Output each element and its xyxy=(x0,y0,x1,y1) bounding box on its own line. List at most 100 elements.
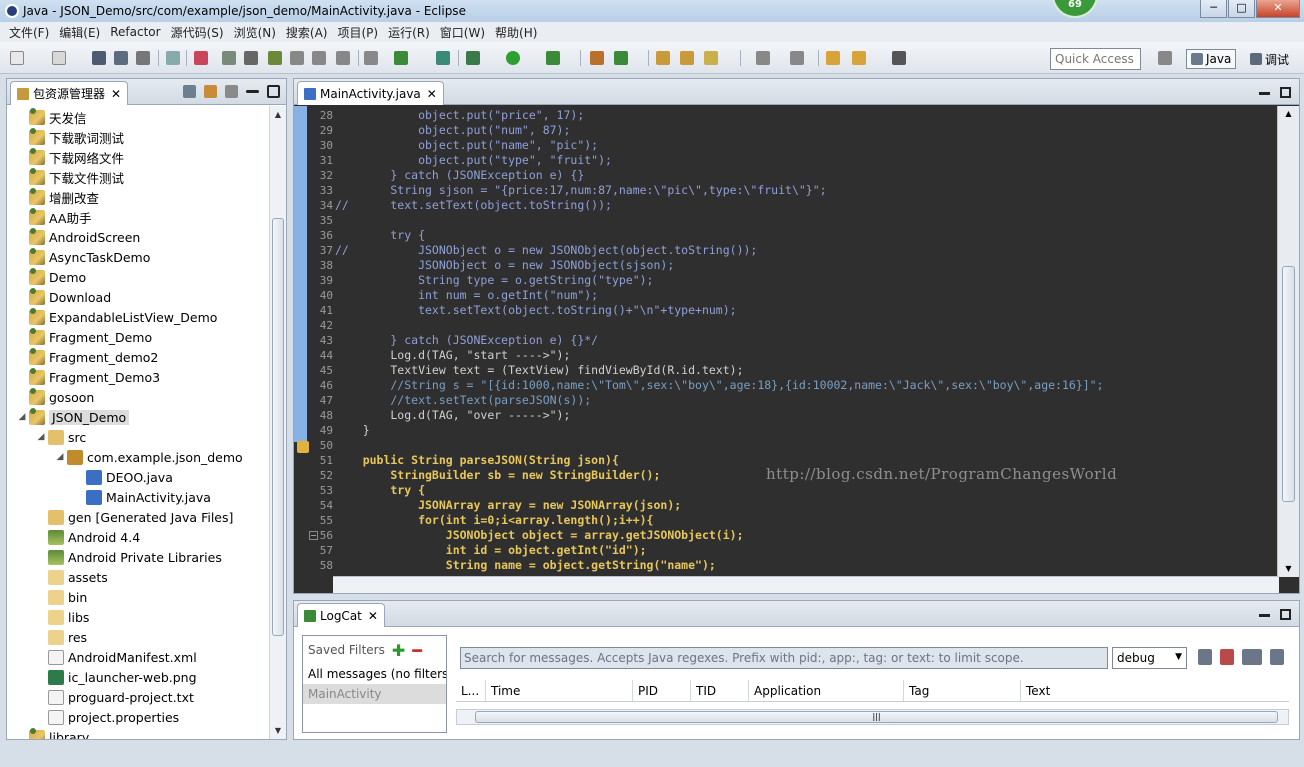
link-editor-icon[interactable] xyxy=(204,85,217,98)
col-time[interactable]: Time xyxy=(486,680,633,701)
maximize-button[interactable]: □ xyxy=(1228,0,1255,18)
open-perspective-icon[interactable] xyxy=(1158,51,1172,65)
lint-icon[interactable] xyxy=(222,51,236,65)
scroll-down-icon[interactable]: ▼ xyxy=(270,722,286,739)
close-button[interactable]: ✕ xyxy=(1256,0,1300,18)
remove-filter-icon[interactable]: ━ xyxy=(412,641,422,660)
open-resource-icon[interactable] xyxy=(680,51,694,65)
tree-item[interactable]: ◢ com.example.json_demo xyxy=(55,447,243,467)
edit-icon[interactable] xyxy=(244,51,258,65)
tree-item[interactable]: ◢ JSON_Demo xyxy=(17,407,130,427)
xml-icon[interactable] xyxy=(312,51,326,65)
tree-item[interactable]: gosoon xyxy=(17,387,94,407)
forward-history-icon[interactable] xyxy=(852,51,866,65)
clear-log-icon[interactable] xyxy=(1220,649,1234,665)
minimize-view-icon[interactable] xyxy=(246,90,259,93)
toggle-filters-icon[interactable] xyxy=(1242,649,1262,665)
code-line[interactable]: object.put("num", 87); xyxy=(335,123,570,138)
filter-item[interactable]: MainActivity xyxy=(303,684,446,704)
search-tool-icon[interactable] xyxy=(704,51,718,65)
code-line[interactable]: JSONArray array = new JSONArray(json); xyxy=(335,498,681,513)
code-line[interactable]: String name = object.getString("name"); xyxy=(335,558,716,573)
tree-item[interactable]: Android Private Libraries xyxy=(36,547,222,567)
logcat-scroll-thumb[interactable]: ||| xyxy=(475,711,1278,723)
code-line[interactable]: Log.d(TAG, "over ----->"); xyxy=(335,408,570,423)
code-line[interactable]: object.put("name", "pic"); xyxy=(335,138,598,153)
annotation-icon[interactable] xyxy=(756,51,770,65)
code-line[interactable]: JSONObject o = new JSONObject(sjson); xyxy=(335,258,674,273)
close-tab-icon[interactable]: ✕ xyxy=(368,609,378,623)
tree-item[interactable]: MainActivity.java xyxy=(74,487,211,507)
maximize-editor-icon[interactable] xyxy=(1280,87,1291,98)
code-line[interactable]: String sjson = "{price:17,num:87,name:\"… xyxy=(335,183,826,198)
collapse-all-icon[interactable] xyxy=(183,85,196,98)
menu-help[interactable]: 帮助(H) xyxy=(490,24,542,41)
code-line[interactable]: // JSONObject o = new JSONObject(object.… xyxy=(335,243,757,258)
tree-item[interactable]: 增删改查 xyxy=(17,187,99,207)
tree-item[interactable]: ic_launcher-web.png xyxy=(36,667,197,687)
new-android-icon[interactable] xyxy=(436,51,450,65)
col-tid[interactable]: TID xyxy=(691,680,749,701)
open-type-icon[interactable] xyxy=(656,51,670,65)
avd-manager-icon[interactable] xyxy=(194,51,208,65)
code-line[interactable]: Log.d(TAG, "start ---->"); xyxy=(335,348,570,363)
new-package-icon[interactable] xyxy=(590,51,604,65)
tree-item[interactable]: AA助手 xyxy=(17,207,91,227)
explorer-scrollbar[interactable]: ▲ ▼ xyxy=(269,106,286,739)
code-line[interactable]: public String parseJSON(String json){ xyxy=(335,453,619,468)
tree-item[interactable]: assets xyxy=(36,567,108,587)
code-line[interactable]: } catch (JSONException e) {}*/ xyxy=(335,333,598,348)
tree-item[interactable]: libs xyxy=(36,607,89,627)
menu-source[interactable]: 源代码(S) xyxy=(166,24,229,41)
close-tab-icon[interactable]: ✕ xyxy=(427,87,437,101)
log-level-select[interactable]: debug ▼ xyxy=(1112,647,1187,669)
menu-project[interactable]: 项目(P) xyxy=(332,24,383,41)
menu-edit[interactable]: 编辑(E) xyxy=(54,24,105,41)
java-perspective-button[interactable]: Java xyxy=(1186,49,1237,69)
code-line[interactable]: //text.setText(parseJSON(s)); xyxy=(335,393,591,408)
tree-item[interactable]: proguard-project.txt xyxy=(36,687,194,707)
expand-toggle-icon[interactable]: ◢ xyxy=(55,452,65,462)
step-icon[interactable] xyxy=(364,51,378,65)
format-icon[interactable] xyxy=(336,51,350,65)
menu-window[interactable]: 窗口(W) xyxy=(435,24,490,41)
new-wizard-icon[interactable] xyxy=(52,51,66,65)
menu-file[interactable]: 文件(F) xyxy=(4,24,54,41)
tree-item[interactable]: AndroidScreen xyxy=(17,227,140,247)
tree-item[interactable]: AsyncTaskDemo xyxy=(17,247,150,267)
new-icon[interactable] xyxy=(10,51,24,65)
col-text[interactable]: Text xyxy=(1021,680,1289,701)
filter-item[interactable]: All messages (no filters) xyxy=(303,664,446,684)
code-line[interactable]: int id = object.getInt("id"); xyxy=(335,543,647,558)
notification-badge[interactable]: 69 xyxy=(1052,0,1098,18)
code-line[interactable]: //String s = "[{id:1000,name:\"Tom\",sex… xyxy=(335,378,1103,393)
minimize-button[interactable]: ─ xyxy=(1200,0,1227,18)
quick-access-input[interactable]: Quick Access xyxy=(1050,48,1141,70)
maximize-view-icon[interactable] xyxy=(267,85,280,98)
check-icon[interactable] xyxy=(394,51,408,65)
tree-item[interactable]: bin xyxy=(36,587,87,607)
col-level[interactable]: L... xyxy=(456,680,486,701)
minimize-logcat-icon[interactable] xyxy=(1259,614,1270,617)
tree-item[interactable]: Demo xyxy=(17,267,86,287)
col-tag[interactable]: Tag xyxy=(904,680,1021,701)
layout-icon[interactable] xyxy=(290,51,304,65)
menu-refactor[interactable]: Refactor xyxy=(105,25,165,39)
android-icon[interactable] xyxy=(268,51,282,65)
code-line[interactable]: try { xyxy=(335,483,425,498)
col-pid[interactable]: PID xyxy=(633,680,691,701)
new-class-icon[interactable] xyxy=(614,51,628,65)
scroll-up-icon[interactable]: ▲ xyxy=(270,106,286,123)
code-line[interactable]: } catch (JSONException e) {} xyxy=(335,168,584,183)
tree-item[interactable]: 下载网络文件 xyxy=(17,147,124,167)
tree-item[interactable]: Android 4.4 xyxy=(36,527,140,547)
col-application[interactable]: Application xyxy=(749,680,904,701)
back-icon[interactable] xyxy=(826,51,840,65)
tab-logcat[interactable]: LogCat ✕ xyxy=(297,603,385,627)
save-log-icon[interactable] xyxy=(1198,649,1212,665)
menu-search[interactable]: 搜索(A) xyxy=(281,24,333,41)
run-icon[interactable] xyxy=(506,51,520,65)
tree-item[interactable]: 天发信 xyxy=(17,107,87,127)
code-line[interactable]: try { xyxy=(335,228,425,243)
scroll-thumb[interactable] xyxy=(272,218,284,636)
